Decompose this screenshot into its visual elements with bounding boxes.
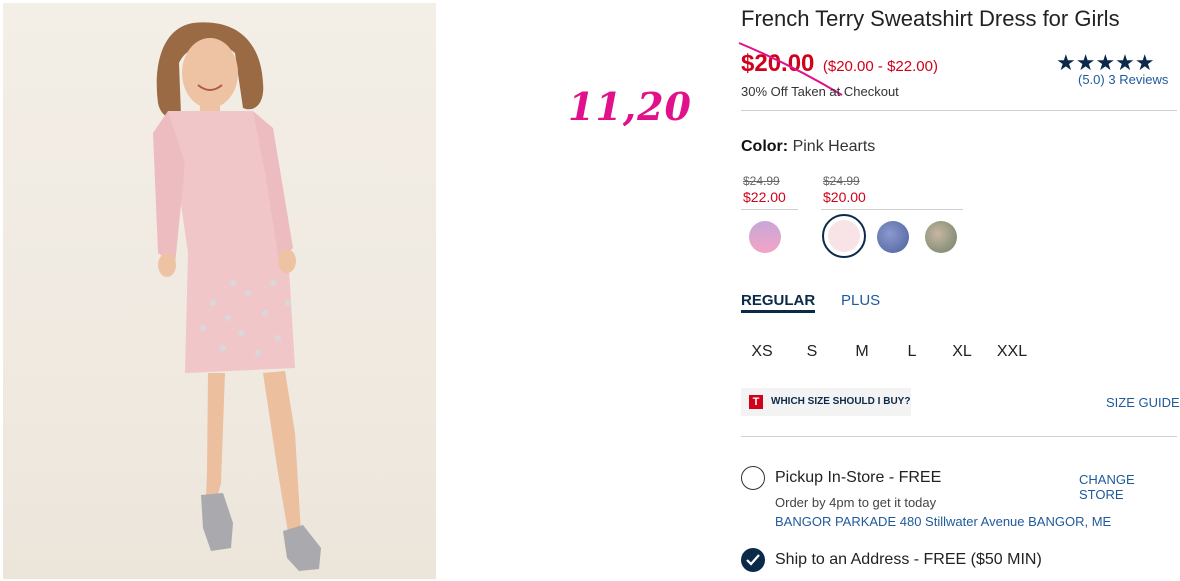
price-range: ($20.00 - $22.00) (822, 58, 938, 75)
sale-price: $20.00 (741, 50, 815, 77)
new-price: $20.00 (823, 189, 866, 205)
color-row: Color: Pink Hearts (741, 138, 875, 156)
divider (741, 436, 1177, 437)
handwritten-price-annotation: 11,20 (568, 84, 692, 129)
price-group-2: $24.99 $20.00 (821, 174, 963, 210)
change-store-link[interactable]: CHANGE STORE (1079, 472, 1180, 502)
tab-regular[interactable]: REGULAR (741, 292, 816, 313)
size-guide-link[interactable]: SIZE GUIDE (1106, 395, 1180, 410)
rating-value[interactable]: (5.0) (1078, 72, 1105, 87)
size-option[interactable]: XL (942, 343, 982, 361)
store-address-link[interactable]: BANGOR PARKADE 480 Stillwater Avenue BAN… (775, 514, 1111, 529)
color-name: Pink Hearts (792, 138, 876, 155)
product-title: French Terry Sweatshirt Dress for Girls (741, 6, 1120, 31)
size-help-button[interactable]: T WHICH SIZE SHOULD I BUY? (741, 388, 911, 416)
ship-label[interactable]: Ship to an Address - FREE ($50 MIN) (775, 551, 1042, 569)
order-by-text: Order by 4pm to get it today (775, 495, 937, 510)
size-option[interactable]: XS (742, 343, 782, 361)
true-fit-icon: T (749, 395, 763, 409)
swatch-pink-hearts[interactable] (828, 220, 860, 252)
group-underline (821, 209, 963, 210)
divider (741, 110, 1177, 111)
discount-note: 30% Off Taken at Checkout (741, 84, 899, 99)
size-option[interactable]: XXL (992, 343, 1032, 361)
price-group-1: $24.99 $22.00 (741, 174, 798, 210)
swatch-purple-pink[interactable] (749, 221, 781, 253)
swatch-blue-floral[interactable] (877, 221, 909, 253)
tab-plus[interactable]: PLUS (841, 292, 880, 309)
size-help-label: WHICH SIZE SHOULD I BUY? (771, 396, 911, 407)
pickup-radio[interactable] (741, 466, 765, 490)
old-price: $24.99 (743, 174, 780, 188)
swatch-camo-floral[interactable] (925, 221, 957, 253)
review-count[interactable]: 3 Reviews (1108, 72, 1168, 87)
size-option[interactable]: M (842, 343, 882, 361)
ship-radio[interactable] (741, 548, 765, 572)
rating-stars-icon: ★★★★★ (1056, 50, 1155, 75)
color-label: Color: (741, 138, 789, 155)
checkmark-icon (746, 554, 760, 566)
old-price: $24.99 (823, 174, 860, 188)
size-option[interactable]: L (892, 343, 932, 361)
new-price: $22.00 (743, 189, 786, 205)
pickup-label[interactable]: Pickup In-Store - FREE (775, 469, 941, 487)
price-row: $20.00 ($20.00 - $22.00) (741, 50, 938, 78)
group-underline (741, 209, 798, 210)
reviews-link[interactable]: (5.0) 3 Reviews (1078, 72, 1168, 87)
size-option[interactable]: S (792, 343, 832, 361)
product-image[interactable] (3, 3, 436, 579)
